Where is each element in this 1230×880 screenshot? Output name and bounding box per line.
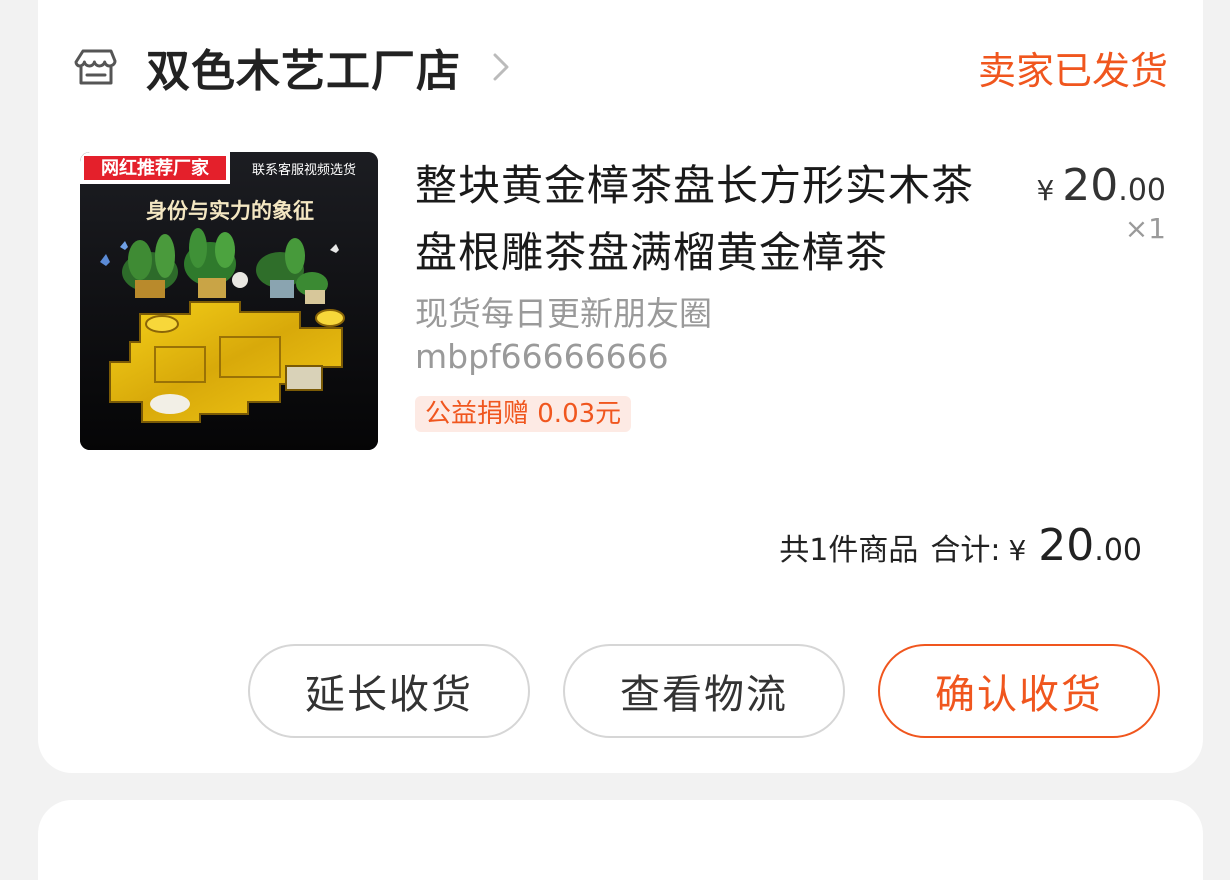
- charity-tag: 公益捐赠 0.03元: [415, 396, 632, 432]
- product-image[interactable]: 网红推荐厂家 联系客服视频选货 身份与实力的象征: [80, 152, 378, 450]
- product-title[interactable]: 整块黄金樟茶盘长方形实木茶盘根雕茶盘满榴黄金樟茶: [415, 152, 995, 286]
- extend-receipt-button[interactable]: 延长收货: [248, 644, 530, 738]
- next-order-card: [38, 800, 1203, 880]
- image-badge-text: 网红推荐厂家: [101, 157, 210, 179]
- total-label: 合计:: [930, 533, 1001, 568]
- store-header[interactable]: 双色木艺工厂店: [74, 34, 515, 100]
- order-total: 共1件商品 合计: ¥ 20 .00: [779, 520, 1142, 571]
- total-currency: ¥: [1008, 534, 1027, 567]
- spec-line-1: 现货每日更新朋友圈: [415, 294, 712, 333]
- confirm-receipt-button[interactable]: 确认收货: [878, 644, 1160, 738]
- order-status: 卖家已发货: [977, 49, 1168, 93]
- quantity: ×1: [1124, 212, 1166, 245]
- spec-line-2: mbpf66666666: [415, 337, 669, 376]
- view-logistics-button[interactable]: 查看物流: [563, 644, 845, 738]
- total-integer: 20: [1038, 520, 1095, 571]
- item-count: 共1件商品: [779, 533, 919, 568]
- image-top-text: 联系客服视频选货: [252, 162, 356, 178]
- price-integer: 20: [1062, 160, 1119, 211]
- unit-price: ¥20.00: [1036, 160, 1166, 211]
- image-slogan: 身份与实力的象征: [146, 198, 314, 223]
- chevron-right-icon: [493, 53, 509, 81]
- price-currency: ¥: [1036, 174, 1055, 207]
- store-name: 双色木艺工厂店: [146, 46, 461, 97]
- product-spec: 现货每日更新朋友圈 mbpf66666666: [415, 292, 995, 378]
- store-icon: [74, 49, 117, 85]
- price-decimal: .00: [1118, 173, 1166, 208]
- total-decimal: .00: [1094, 533, 1142, 568]
- product-photo: 网红推荐厂家 联系客服视频选货 身份与实力的象征: [80, 152, 378, 450]
